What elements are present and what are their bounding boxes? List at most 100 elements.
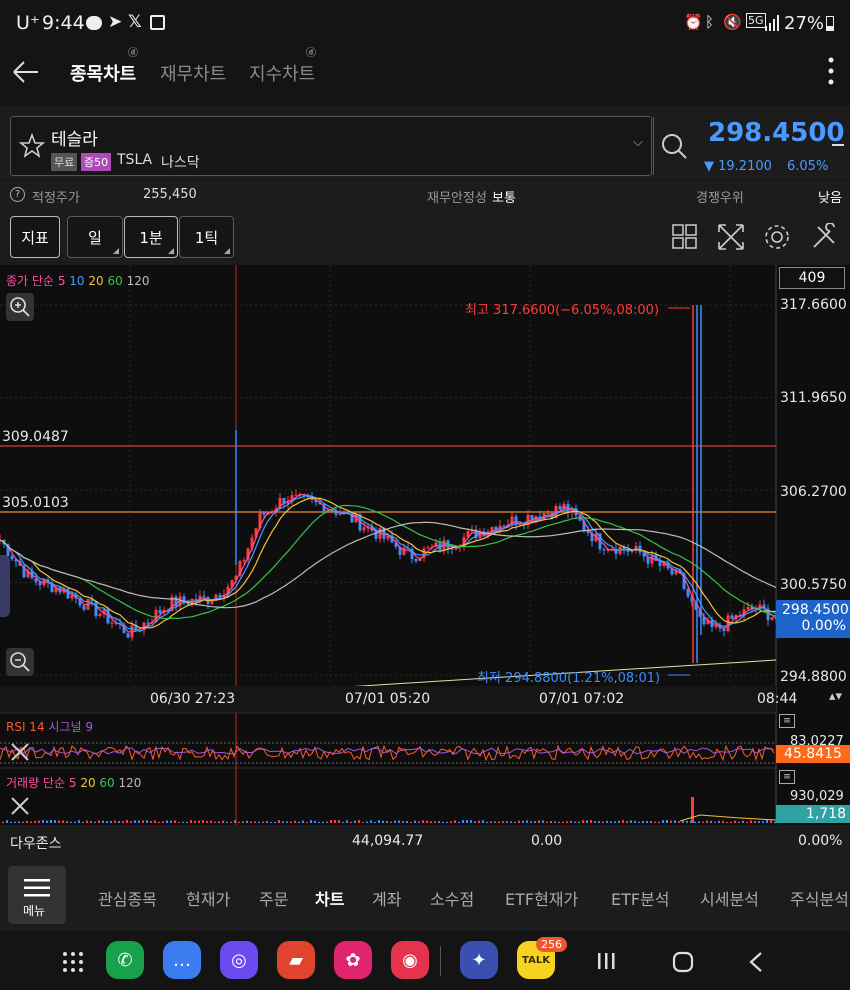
volume-bar xyxy=(730,821,732,823)
help-icon[interactable]: ? xyxy=(10,187,25,202)
volume-bar xyxy=(418,821,420,823)
tab-stock-chart[interactable]: 종목차트 xyxy=(70,60,136,86)
volume-bar xyxy=(378,820,380,823)
volume-bar xyxy=(410,821,412,823)
period-button[interactable]: 일 xyxy=(67,216,123,258)
browser-app-icon[interactable]: ◎ xyxy=(220,941,258,979)
index-ticker-row[interactable]: 다우존스 44,094.77 0.00 0.00% xyxy=(0,825,850,859)
mute-icon: 🔇 xyxy=(723,13,742,31)
tab-financial-chart[interactable]: 재무차트 xyxy=(160,60,226,86)
app-bar: 종목차트 재무차트 ⓓ 지수차트 ⓓ xyxy=(0,48,850,106)
volume-bar xyxy=(146,820,148,823)
zoom-out-button[interactable] xyxy=(6,648,34,676)
volume-bar xyxy=(138,820,140,823)
nav-chart[interactable]: 차트 xyxy=(315,886,344,910)
volume-bar xyxy=(162,821,164,823)
volume-bar xyxy=(458,821,460,823)
back-icon[interactable] xyxy=(748,951,764,973)
layout-grid-icon[interactable] xyxy=(672,224,698,250)
candle-count-box[interactable]: 409 xyxy=(779,267,845,289)
gallery-app-icon[interactable]: ✿ xyxy=(334,941,372,979)
stock-search-box[interactable]: 테슬라 무료 증50 TSLA 나스닥 ⌵ xyxy=(10,116,654,176)
search-icon[interactable] xyxy=(660,132,688,160)
stability-value: 보통 xyxy=(492,191,516,206)
volume-bar xyxy=(194,820,196,823)
volume-bar xyxy=(746,821,748,823)
volume-close-icon[interactable] xyxy=(8,794,32,818)
dropdown-chevron-icon[interactable]: ⌵ xyxy=(633,135,643,150)
zoom-in-button[interactable] xyxy=(6,293,34,321)
kakaotalk-notification-icon xyxy=(86,16,102,30)
tab-index-chart[interactable]: 지수차트 xyxy=(249,60,315,86)
tab-lock-icon: ⓓ xyxy=(306,48,316,59)
volume-bar xyxy=(234,820,236,823)
volume-bar xyxy=(74,821,76,823)
candle-body xyxy=(746,606,750,610)
ma60-label: 60 xyxy=(107,274,123,288)
interval-button[interactable]: 1분 xyxy=(124,216,178,258)
candle-body xyxy=(10,555,14,560)
volume-bar xyxy=(134,820,136,823)
home-icon[interactable] xyxy=(672,951,694,973)
dow-label: 다우존스 xyxy=(10,836,62,852)
axis-scroll-icon[interactable]: ▴▾ xyxy=(829,689,842,704)
fullscreen-icon[interactable] xyxy=(717,223,745,251)
volume-bar xyxy=(646,820,648,823)
volume-bar xyxy=(554,821,556,823)
volume-menu-icon[interactable]: ≡ xyxy=(779,770,795,784)
back-arrow-icon[interactable] xyxy=(12,60,40,84)
volume-bar xyxy=(118,821,120,823)
favorite-star-icon[interactable] xyxy=(19,133,45,159)
candle-body xyxy=(338,514,342,516)
volume-bar xyxy=(598,821,600,823)
trading-app-icon[interactable]: ✦ xyxy=(460,941,498,979)
volume-bar xyxy=(46,820,48,823)
camera-app-icon[interactable]: ◉ xyxy=(391,941,429,979)
volume-bar xyxy=(506,821,508,823)
indicator-label: 지표 xyxy=(21,228,49,247)
status-bar: U⁺ 9:44 ➤ 𝕏 ⏰ ᛒ 🔇 5G 27% xyxy=(0,0,850,48)
nav-etf-price[interactable]: ETF현재가 xyxy=(505,886,578,910)
volume-bar xyxy=(186,821,188,823)
more-options-icon[interactable] xyxy=(826,56,836,86)
volume-bar xyxy=(686,820,688,823)
rsi-menu-icon[interactable]: ≡ xyxy=(779,714,795,728)
nav-fractional[interactable]: 소수점 xyxy=(430,886,474,910)
indicator-button[interactable]: 지표 xyxy=(10,216,60,258)
volume-bar xyxy=(310,820,312,823)
rsi-value-marker: 45.8415 xyxy=(776,745,850,763)
volume-bar xyxy=(2,821,4,823)
x-tick-1: 06/30 27:23 xyxy=(150,691,236,707)
tools-icon[interactable] xyxy=(810,223,838,251)
recents-icon[interactable] xyxy=(596,951,616,971)
settings-gear-icon[interactable] xyxy=(763,223,791,251)
volume-bar xyxy=(758,821,760,823)
tick-button[interactable]: 1틱 xyxy=(179,216,234,258)
volume-bar xyxy=(190,820,192,823)
nav-current-price[interactable]: 현재가 xyxy=(186,886,230,910)
volume-bar xyxy=(670,820,672,823)
volume-bar xyxy=(338,820,340,823)
chart-area[interactable]: 종가 단순 5 10 20 60 120 409 309.0487 305.01… xyxy=(0,265,850,825)
phone-app-icon[interactable]: ✆ xyxy=(106,941,144,979)
nav-watchlist[interactable]: 관심종목 xyxy=(98,886,157,910)
menu-button[interactable]: 메뉴 xyxy=(8,866,66,924)
nav-market-analysis[interactable]: 시세분석 xyxy=(700,886,759,910)
nav-order[interactable]: 주문 xyxy=(259,886,288,910)
volume-bar xyxy=(54,820,56,823)
nav-stock-analysis[interactable]: 주식분석 xyxy=(790,886,850,910)
volume-bar xyxy=(714,821,716,823)
vol-ma5-label: 5 xyxy=(68,776,77,790)
messages-app-icon[interactable]: … xyxy=(163,941,201,979)
rsi-close-icon[interactable] xyxy=(8,740,32,764)
notes-app-icon[interactable]: ▰ xyxy=(277,941,315,979)
volume-bar xyxy=(222,820,224,823)
side-panel-handle[interactable] xyxy=(0,555,10,617)
nav-etf-analysis[interactable]: ETF분석 xyxy=(611,886,670,910)
price-chart-svg[interactable] xyxy=(0,265,850,825)
app-drawer-icon[interactable] xyxy=(62,951,84,973)
hline-orange-label: 305.0103 xyxy=(2,495,69,511)
volume-bar xyxy=(626,820,628,823)
nav-account[interactable]: 계좌 xyxy=(372,886,401,910)
dow-percent: 0.00% xyxy=(798,833,843,849)
